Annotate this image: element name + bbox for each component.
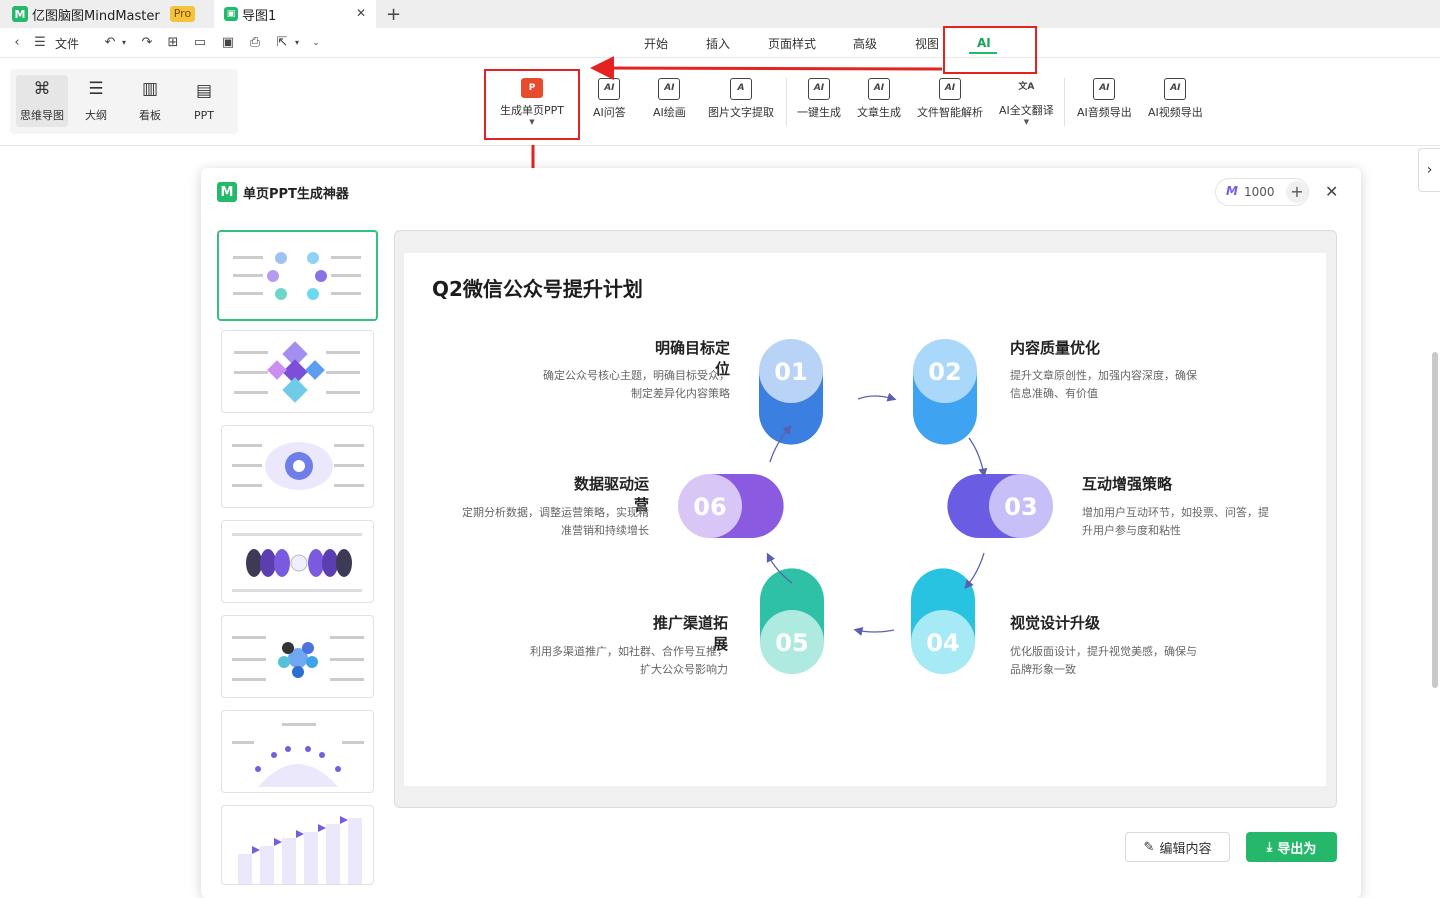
thumbnail-preview — [233, 252, 361, 300]
step-number-04: 04 — [926, 629, 959, 657]
desc-line: 信息准确、有价值 — [1010, 387, 1098, 400]
edit-content-button[interactable]: ✎ 编辑内容 — [1125, 832, 1230, 862]
template-thumbnail-7[interactable] — [221, 805, 374, 885]
thumbnail-preview — [234, 341, 360, 403]
cycle-arrow-1 — [857, 392, 897, 402]
desc-line: 准营销和持续增长 — [561, 524, 649, 537]
step-number-03: 03 — [1004, 493, 1037, 521]
node-desc-02: 提升文章原创性，加强内容深度，确保 信息准确、有价值 — [1010, 367, 1210, 403]
dialog-logo-icon: M — [217, 182, 237, 202]
close-dialog-icon[interactable]: ✕ — [1325, 182, 1338, 201]
node-title-02: 内容质量优化 — [1010, 339, 1101, 357]
node-title-03: 互动增强策略 — [1082, 475, 1173, 493]
node-desc-06: 定期分析数据，调整运营策略，实现精 准营销和持续增长 — [449, 504, 649, 540]
desc-line: 定期分析数据，调整运营策略，实现精 — [462, 506, 649, 519]
template-thumbnail-4[interactable] — [221, 520, 374, 603]
thumbnail-preview — [232, 636, 364, 681]
step-number-06: 06 — [693, 493, 726, 521]
ppt-generator-dialog: M 单页PPT生成神器 M 1000 + ✕ Q2微信公众号提升计划 01 02… — [201, 168, 1361, 898]
slide-canvas: Q2微信公众号提升计划 01 02 03 04 05 06 明确目标定位 确定公众号核心主… — [404, 253, 1326, 786]
template-thumbnail-1[interactable] — [217, 230, 378, 321]
add-credits-button[interactable]: + — [1286, 181, 1308, 203]
cycle-arrow-4 — [853, 626, 895, 636]
thumbnail-preview — [232, 723, 364, 787]
cycle-arrow-2 — [968, 437, 988, 478]
credits-count: 1000 — [1244, 185, 1275, 199]
credits-pill: M 1000 + — [1215, 178, 1309, 206]
thumbnail-preview — [232, 442, 364, 490]
template-thumbnail-5[interactable] — [221, 615, 374, 698]
template-thumbnail-3[interactable] — [221, 425, 374, 508]
thumbnail-preview — [238, 816, 362, 884]
step-number-05: 05 — [775, 629, 808, 657]
step-number-01: 01 — [774, 358, 807, 386]
node-desc-03: 增加用户互动环节，如投票、问答，提 升用户参与度和粘性 — [1082, 504, 1282, 540]
export-button[interactable]: ⤓ 导出为 — [1246, 832, 1337, 862]
desc-line: 升用户参与度和粘性 — [1082, 524, 1181, 537]
desc-line: 确定公众号核心主题，明确目标受众， — [543, 369, 730, 382]
arrow-to-generate — [590, 56, 943, 81]
credit-icon: M — [1226, 184, 1238, 198]
thumbnail-preview — [232, 533, 362, 592]
desc-line: 优化版面设计，提升视觉美感，确保与 — [1010, 645, 1197, 658]
desc-line: 制定差异化内容策略 — [631, 387, 730, 400]
export-label: 导出为 — [1277, 841, 1317, 857]
desc-line: 品牌形象一致 — [1010, 663, 1076, 676]
template-thumbnail-6[interactable] — [221, 710, 374, 793]
dialog-header: M 单页PPT生成神器 — [217, 182, 349, 202]
step-number-02: 02 — [928, 358, 961, 386]
node-desc-01: 确定公众号核心主题，明确目标受众， 制定差异化内容策略 — [524, 367, 730, 403]
desc-line: 增加用户互动环节，如投票、问答，提 — [1082, 506, 1269, 519]
edit-content-label: 编辑内容 — [1159, 841, 1212, 857]
desc-line: 提升文章原创性，加强内容深度，确保 — [1010, 369, 1197, 382]
node-desc-05: 利用多渠道推广，如社群、合作号互推， 扩大公众号影响力 — [522, 643, 728, 679]
side-panel-toggle[interactable]: › — [1418, 148, 1440, 192]
desc-line: 扩大公众号影响力 — [640, 663, 728, 676]
download-icon: ⤓ — [1266, 839, 1273, 855]
dialog-title: 单页PPT生成神器 — [243, 186, 349, 202]
desc-line: 利用多渠道推广，如社群、合作号互推， — [530, 645, 728, 658]
node-title-04: 视觉设计升级 — [1010, 614, 1101, 632]
slide-preview-frame: Q2微信公众号提升计划 01 02 03 04 05 06 明确目标定位 确定公众号核心主… — [394, 230, 1337, 808]
template-thumbnail-2[interactable] — [221, 330, 374, 413]
pencil-icon: ✎ — [1143, 839, 1155, 855]
scrollbar[interactable] — [1432, 352, 1438, 688]
node-desc-04: 优化版面设计，提升视觉美感，确保与 品牌形象一致 — [1010, 643, 1210, 679]
